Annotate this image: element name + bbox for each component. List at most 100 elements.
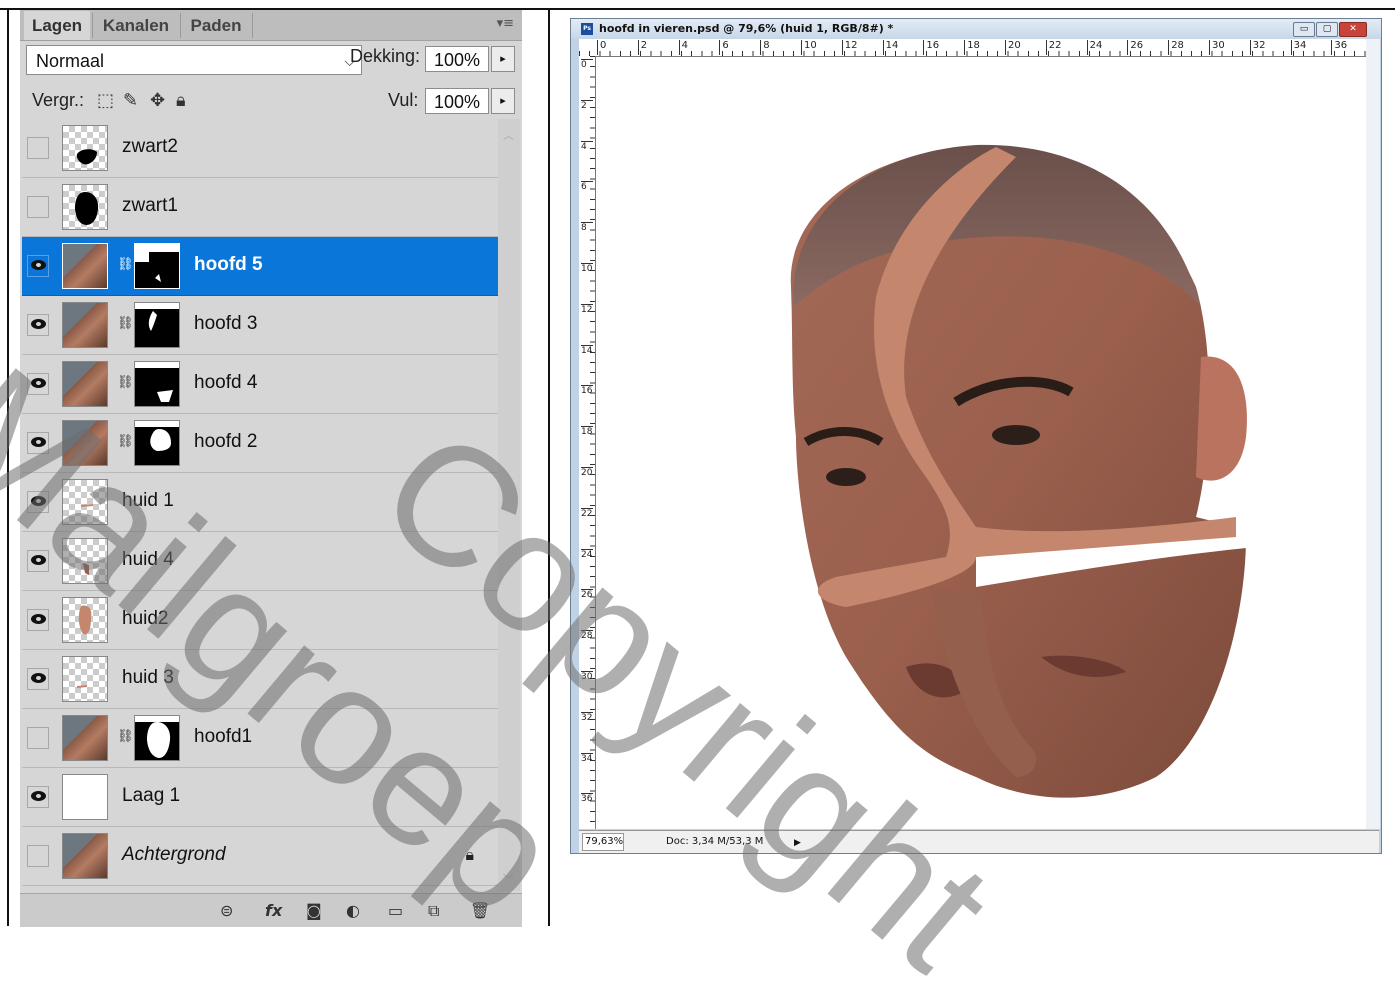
new-layer-icon[interactable]: ⧉ <box>428 901 439 921</box>
eye-icon <box>31 496 46 506</box>
layer-row[interactable]: huid 1 <box>22 473 498 532</box>
ruler-v-label: 26 <box>581 589 593 601</box>
visibility-toggle[interactable] <box>27 786 49 808</box>
skin-patch-icon <box>78 605 92 635</box>
lock-all-icon[interactable]: 🔒︎ <box>176 90 186 111</box>
maximize-button[interactable]: ▢ <box>1316 22 1338 37</box>
opacity-slider-button[interactable]: ▸ <box>491 46 515 72</box>
ear-shape <box>1196 356 1247 481</box>
layers-list: zwart2 zwart1 ⛓ hoofd 5 ⛓ hoofd 3 ⛓ hoof… <box>22 119 498 891</box>
layer-row[interactable]: huid 4 <box>22 532 498 591</box>
visibility-toggle[interactable] <box>27 668 49 690</box>
trash-icon[interactable]: 🗑︎ <box>470 901 490 920</box>
link-chain-icon[interactable]: ⛓ <box>117 434 134 449</box>
layer-thumbnail <box>62 302 108 348</box>
layer-row[interactable]: zwart1 <box>22 178 498 237</box>
link-chain-icon[interactable]: ⛓ <box>117 316 134 331</box>
ruler-v-label: 8 <box>581 222 593 233</box>
panel-menu-icon[interactable]: ▾≡ <box>497 16 514 31</box>
visibility-toggle[interactable] <box>27 137 49 159</box>
lock-position-icon[interactable]: ✥ <box>150 90 165 111</box>
visibility-toggle[interactable] <box>27 432 49 454</box>
visibility-toggle[interactable] <box>27 727 49 749</box>
document-canvas[interactable] <box>596 57 1366 829</box>
close-button[interactable]: ✕ <box>1339 22 1367 37</box>
layer-thumbnail <box>62 420 108 466</box>
horizontal-ruler[interactable]: 0 2 4 6 8 10 12 14 16 18 20 22 24 26 28 30 32 34 36 <box>579 39 1366 57</box>
mask-icon[interactable]: ◙ <box>306 901 322 920</box>
visibility-toggle[interactable] <box>27 314 49 336</box>
skin-stroke-icon <box>80 504 94 507</box>
layer-mask-thumbnail[interactable] <box>134 715 180 761</box>
layer-row[interactable]: huid2 <box>22 591 498 650</box>
ruler-h-label: 14 <box>882 40 898 55</box>
link-chain-icon[interactable]: ⛓ <box>117 729 134 744</box>
layer-row[interactable]: ⛓ hoofd 3 <box>22 296 498 355</box>
ruler-h-label: 22 <box>1045 40 1062 55</box>
lock-pixels-icon[interactable]: ✎ <box>123 90 138 111</box>
fx-icon[interactable]: fx <box>265 901 282 920</box>
scroll-down-icon[interactable]: ﹀ <box>503 871 514 887</box>
tab-separator <box>92 13 93 38</box>
vertical-scrollbar[interactable] <box>1366 39 1380 829</box>
layer-mask-thumbnail[interactable] <box>134 243 180 289</box>
layer-mask-thumbnail[interactable] <box>134 302 180 348</box>
layer-row[interactable]: zwart2 <box>22 119 498 178</box>
visibility-toggle[interactable] <box>27 845 49 867</box>
visibility-toggle[interactable] <box>27 373 49 395</box>
lock-transparency-icon[interactable]: ⬚ <box>97 90 114 111</box>
layer-name: zwart1 <box>122 195 178 216</box>
layers-scrollbar[interactable]: ︿ ﹀ <box>498 119 520 891</box>
mask-shape-icon <box>135 303 179 331</box>
blend-mode-select[interactable]: Normaal ⌵ <box>26 45 362 75</box>
tab-kanalen[interactable]: Kanalen <box>94 11 178 40</box>
layer-row[interactable]: ⛓ hoofd1 <box>22 709 498 768</box>
status-menu-icon[interactable]: ▶ <box>794 834 801 852</box>
fill-slider-button[interactable]: ▸ <box>491 88 515 114</box>
folder-icon[interactable]: ▭ <box>388 901 403 920</box>
ruler-h-label: 34 <box>1290 40 1306 55</box>
visibility-toggle[interactable] <box>27 255 49 277</box>
layer-row[interactable]: Achtergrond 🔒︎ <box>22 827 498 886</box>
visibility-toggle[interactable] <box>27 550 49 572</box>
lock-label: Vergr.: <box>32 90 85 110</box>
black-blob-icon <box>76 149 97 165</box>
layer-row[interactable]: ⛓ hoofd 4 <box>22 355 498 414</box>
layer-thumbnail <box>62 715 108 761</box>
opacity-input[interactable]: 100% <box>425 46 489 72</box>
vertical-ruler[interactable]: 0 2 4 6 8 10 12 14 16 18 20 22 24 26 28 30 32 34 36 <box>579 56 596 829</box>
tab-separator <box>180 13 181 38</box>
ruler-v-label: 16 <box>581 385 593 397</box>
link-chain-icon[interactable]: ⛓ <box>117 375 134 390</box>
scroll-up-icon[interactable]: ︿ <box>503 127 514 143</box>
visibility-toggle[interactable] <box>27 196 49 218</box>
ruler-h-label: 28 <box>1168 40 1184 55</box>
layers-panel: Lagen Kanalen Paden ▾≡ Normaal ⌵ Dekking… <box>20 10 522 927</box>
adjustment-icon[interactable]: ◐ <box>346 901 360 920</box>
layer-row[interactable]: huid 3 <box>22 650 498 709</box>
fill-input[interactable]: 100% <box>425 88 489 114</box>
tab-lagen[interactable]: Lagen <box>24 11 90 40</box>
ruler-h-label: 2 <box>637 40 647 55</box>
layer-name: huid 1 <box>122 490 174 511</box>
layer-mask-thumbnail[interactable] <box>134 420 180 466</box>
layer-row[interactable]: Laag 1 <box>22 768 498 827</box>
layer-mask-thumbnail[interactable] <box>134 361 180 407</box>
visibility-toggle[interactable] <box>27 609 49 631</box>
layer-name: hoofd 5 <box>194 254 263 275</box>
ruler-v-label: 28 <box>581 630 593 642</box>
visibility-toggle[interactable] <box>27 491 49 513</box>
zoom-input[interactable]: 79,63% <box>582 833 624 851</box>
ruler-h-label: 4 <box>678 40 688 55</box>
skin-stroke-icon <box>76 685 88 688</box>
link-icon[interactable]: ⊜ <box>220 901 233 920</box>
link-chain-icon[interactable]: ⛓ <box>117 257 134 272</box>
eye-icon <box>31 437 46 447</box>
layer-name: huid 4 <box>122 549 174 570</box>
document-titlebar[interactable]: Ps hoofd in vieren.psd @ 79,6% (huid 1, … <box>571 19 1381 39</box>
layer-row-selected[interactable]: ⛓ hoofd 5 <box>22 237 498 296</box>
eye-icon <box>31 791 46 801</box>
tab-paden[interactable]: Paden <box>182 11 250 40</box>
minimize-button[interactable]: ▭ <box>1293 22 1315 37</box>
layer-row[interactable]: ⛓ hoofd 2 <box>22 414 498 473</box>
